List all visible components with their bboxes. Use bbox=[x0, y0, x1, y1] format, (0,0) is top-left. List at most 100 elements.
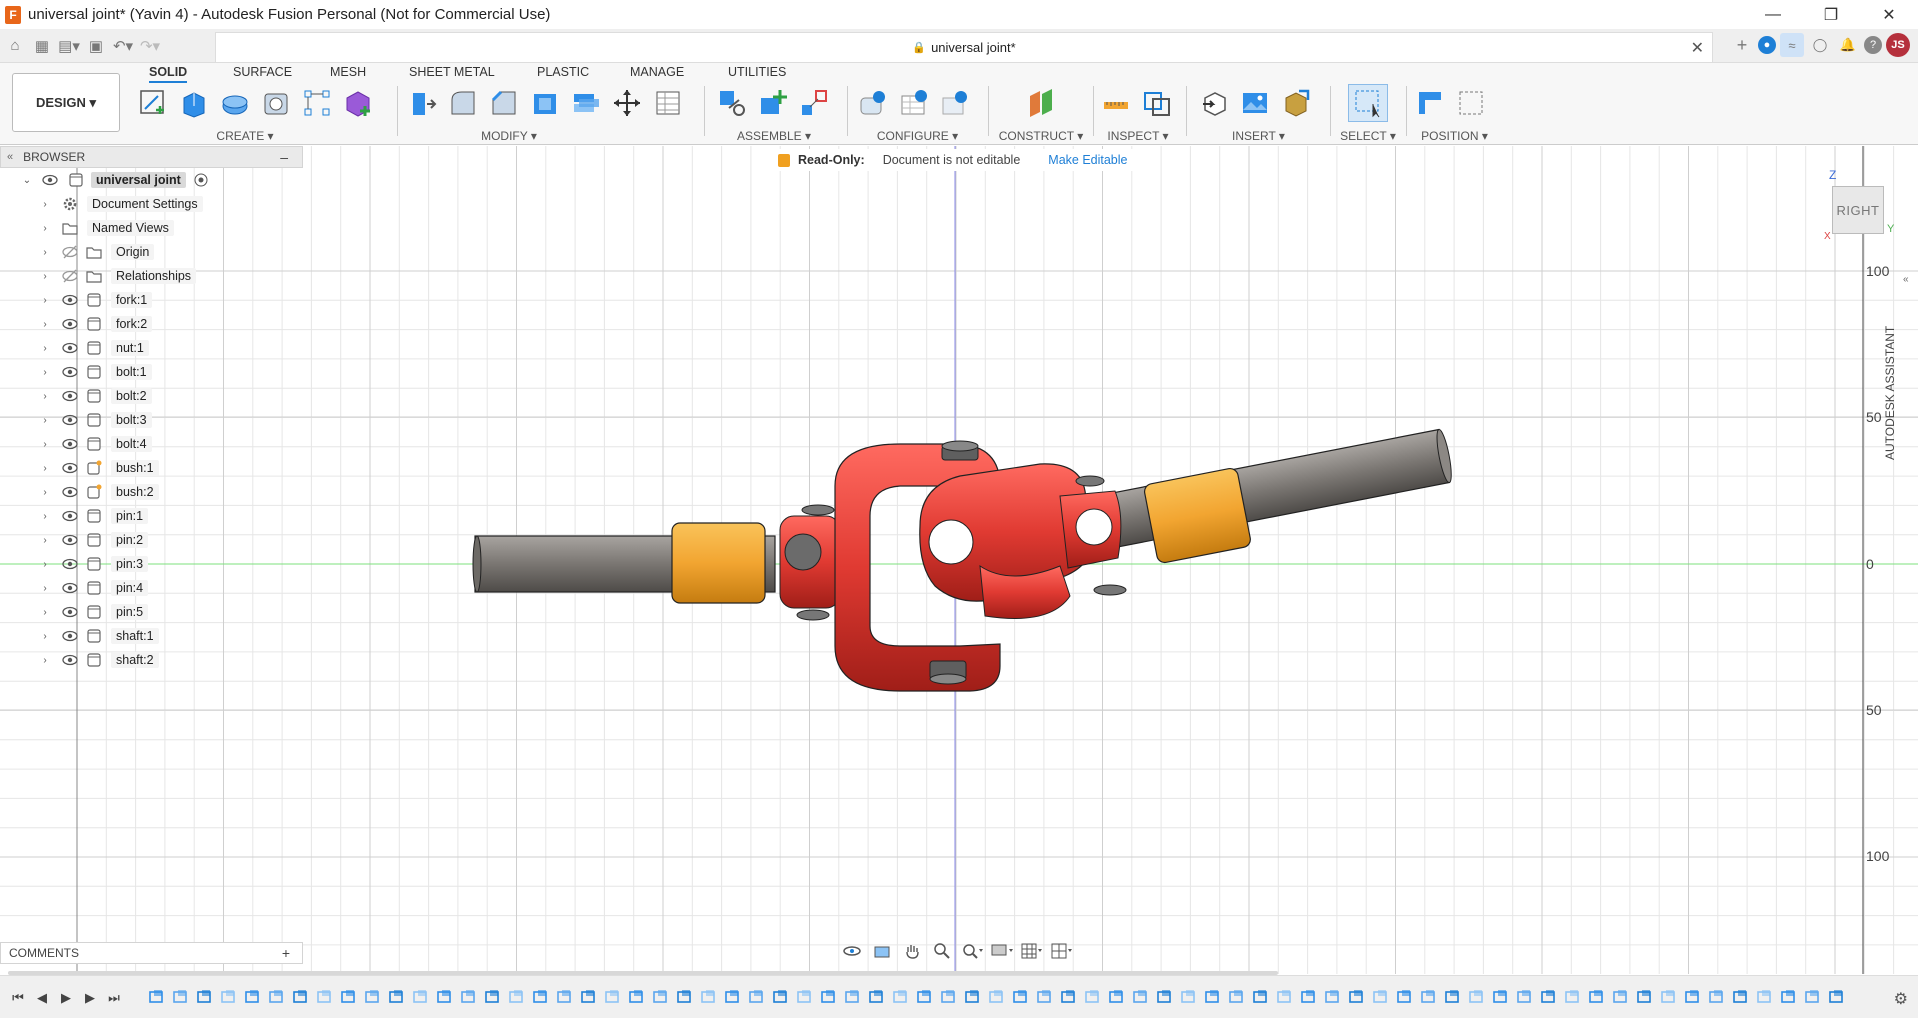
interference-icon[interactable] bbox=[1139, 86, 1174, 121]
offset-plane-icon[interactable] bbox=[1024, 86, 1059, 121]
collapse-arrow-icon[interactable]: ⌄ bbox=[21, 174, 33, 186]
zoom-icon[interactable] bbox=[930, 940, 954, 962]
timeline-play-icon[interactable]: ▶ bbox=[56, 990, 76, 1006]
timeline-feature-icon[interactable] bbox=[676, 988, 694, 1006]
chamfer-icon[interactable] bbox=[486, 86, 521, 121]
browser-item[interactable]: › bush:1 bbox=[0, 456, 303, 480]
timeline-feature-icon[interactable] bbox=[1084, 988, 1102, 1006]
tab-close-icon[interactable]: ✕ bbox=[1691, 38, 1704, 58]
expand-arrow-icon[interactable]: › bbox=[39, 630, 51, 642]
timeline-prev-icon[interactable]: ◀ bbox=[32, 990, 52, 1006]
activate-radio-icon[interactable] bbox=[193, 172, 209, 188]
timeline-feature-icon[interactable] bbox=[1372, 988, 1390, 1006]
grid-icon[interactable]: ▦ bbox=[30, 34, 54, 58]
move-copy-icon[interactable] bbox=[609, 86, 644, 121]
close-icon[interactable]: ✕ bbox=[1860, 0, 1918, 29]
timeline-feature-icon[interactable] bbox=[700, 988, 718, 1006]
extension-icon[interactable]: ● bbox=[1758, 36, 1776, 54]
timeline-feature-icon[interactable] bbox=[1708, 988, 1726, 1006]
visibility-eye-icon[interactable] bbox=[62, 292, 78, 308]
timeline-feature-icon[interactable] bbox=[1276, 988, 1294, 1006]
timeline-feature-icon[interactable] bbox=[892, 988, 910, 1006]
timeline-feature-icon[interactable] bbox=[1684, 988, 1702, 1006]
browser-header[interactable]: « BROWSER – bbox=[0, 146, 303, 168]
timeline-feature-icon[interactable] bbox=[172, 988, 190, 1006]
job-status-icon[interactable]: ◯ bbox=[1808, 33, 1832, 57]
expand-arrow-icon[interactable]: › bbox=[39, 270, 51, 282]
shaft-2[interactable] bbox=[1084, 428, 1455, 552]
insert-mcmaster-icon[interactable] bbox=[1278, 86, 1313, 121]
browser-item[interactable]: › shaft:1 bbox=[0, 624, 303, 648]
hole-icon[interactable] bbox=[258, 86, 293, 121]
browser-item[interactable]: › Document Settings bbox=[0, 192, 303, 216]
timeline-feature-icon[interactable] bbox=[1660, 988, 1678, 1006]
expand-arrow-icon[interactable]: › bbox=[39, 246, 51, 258]
timeline-feature-icon[interactable] bbox=[340, 988, 358, 1006]
timeline-feature-icon[interactable] bbox=[1516, 988, 1534, 1006]
rigid-group-icon[interactable] bbox=[796, 86, 831, 121]
timeline-feature-icon[interactable] bbox=[1180, 988, 1198, 1006]
timeline-feature-icon[interactable] bbox=[1060, 988, 1078, 1006]
press-pull-icon[interactable] bbox=[404, 86, 439, 121]
browser-item[interactable]: › pin:1 bbox=[0, 504, 303, 528]
timeline-feature-icon[interactable] bbox=[1732, 988, 1750, 1006]
expand-arrow-icon[interactable]: › bbox=[39, 558, 51, 570]
add-comment-icon[interactable]: + bbox=[282, 945, 290, 961]
tab-manage[interactable]: MANAGE bbox=[630, 65, 684, 83]
timeline-feature-icon[interactable] bbox=[604, 988, 622, 1006]
new-component-icon[interactable] bbox=[340, 86, 375, 121]
expand-arrow-icon[interactable]: › bbox=[39, 222, 51, 234]
timeline-feature-icon[interactable] bbox=[844, 988, 862, 1006]
redo-icon[interactable]: ↷▾ bbox=[138, 34, 162, 58]
expand-arrow-icon[interactable]: › bbox=[39, 414, 51, 426]
visibility-eye-icon[interactable] bbox=[62, 388, 78, 404]
browser-item[interactable]: › bolt:4 bbox=[0, 432, 303, 456]
fillet-icon[interactable] bbox=[445, 86, 480, 121]
timeline-feature-icon[interactable] bbox=[1564, 988, 1582, 1006]
browser-root-node[interactable]: ⌄ universal joint bbox=[0, 168, 303, 192]
timeline-feature-icon[interactable] bbox=[1012, 988, 1030, 1006]
timeline-feature-icon[interactable] bbox=[1348, 988, 1366, 1006]
visibility-eye-icon[interactable] bbox=[62, 436, 78, 452]
help-icon[interactable]: ? bbox=[1864, 36, 1882, 54]
timeline-feature-icon[interactable] bbox=[1156, 988, 1174, 1006]
minimize-icon[interactable]: — bbox=[1744, 0, 1802, 29]
bush-2[interactable] bbox=[1143, 467, 1252, 564]
timeline-feature-icon[interactable] bbox=[364, 988, 382, 1006]
viewports-icon[interactable] bbox=[1050, 940, 1074, 962]
expand-arrow-icon[interactable]: › bbox=[39, 198, 51, 210]
timeline-feature-icon[interactable] bbox=[1300, 988, 1318, 1006]
joint-icon[interactable] bbox=[714, 86, 749, 121]
browser-item[interactable]: › fork:1 bbox=[0, 288, 303, 312]
expand-arrow-icon[interactable]: › bbox=[39, 654, 51, 666]
configure-icon[interactable] bbox=[855, 86, 890, 121]
tab-sheet-metal[interactable]: SHEET METAL bbox=[409, 65, 495, 83]
visibility-eye-icon[interactable] bbox=[42, 172, 58, 188]
timeline-feature-icon[interactable] bbox=[1588, 988, 1606, 1006]
grid-settings-icon[interactable] bbox=[1020, 940, 1044, 962]
orbit-icon[interactable] bbox=[840, 940, 864, 962]
timeline-feature-icon[interactable] bbox=[1228, 988, 1246, 1006]
new-assembly-component-icon[interactable] bbox=[755, 86, 790, 121]
timeline-settings-icon[interactable]: ⚙ bbox=[1894, 989, 1908, 1009]
file-menu-icon[interactable]: ▤▾ bbox=[57, 34, 81, 58]
capture-position-icon[interactable] bbox=[1412, 86, 1447, 121]
timeline-feature-icon[interactable] bbox=[580, 988, 598, 1006]
browser-item[interactable]: › fork:2 bbox=[0, 312, 303, 336]
timeline-feature-icon[interactable] bbox=[484, 988, 502, 1006]
timeline-feature-icon[interactable] bbox=[628, 988, 646, 1006]
browser-item[interactable]: › nut:1 bbox=[0, 336, 303, 360]
browser-item[interactable]: › pin:2 bbox=[0, 528, 303, 552]
extrude-icon[interactable] bbox=[176, 86, 211, 121]
pin-4[interactable] bbox=[796, 609, 830, 621]
expand-arrow-icon[interactable]: › bbox=[39, 462, 51, 474]
modify-menu[interactable]: MODIFY ▾ bbox=[404, 129, 614, 143]
browser-item[interactable]: › Relationships bbox=[0, 264, 303, 288]
timeline-feature-icon[interactable] bbox=[1492, 988, 1510, 1006]
restore-icon[interactable]: ❐ bbox=[1802, 0, 1860, 29]
pan-icon[interactable] bbox=[900, 940, 924, 962]
browser-item[interactable]: › pin:3 bbox=[0, 552, 303, 576]
timeline-feature-icon[interactable] bbox=[940, 988, 958, 1006]
timeline-feature-icon[interactable] bbox=[1780, 988, 1798, 1006]
timeline-feature-icon[interactable] bbox=[532, 988, 550, 1006]
